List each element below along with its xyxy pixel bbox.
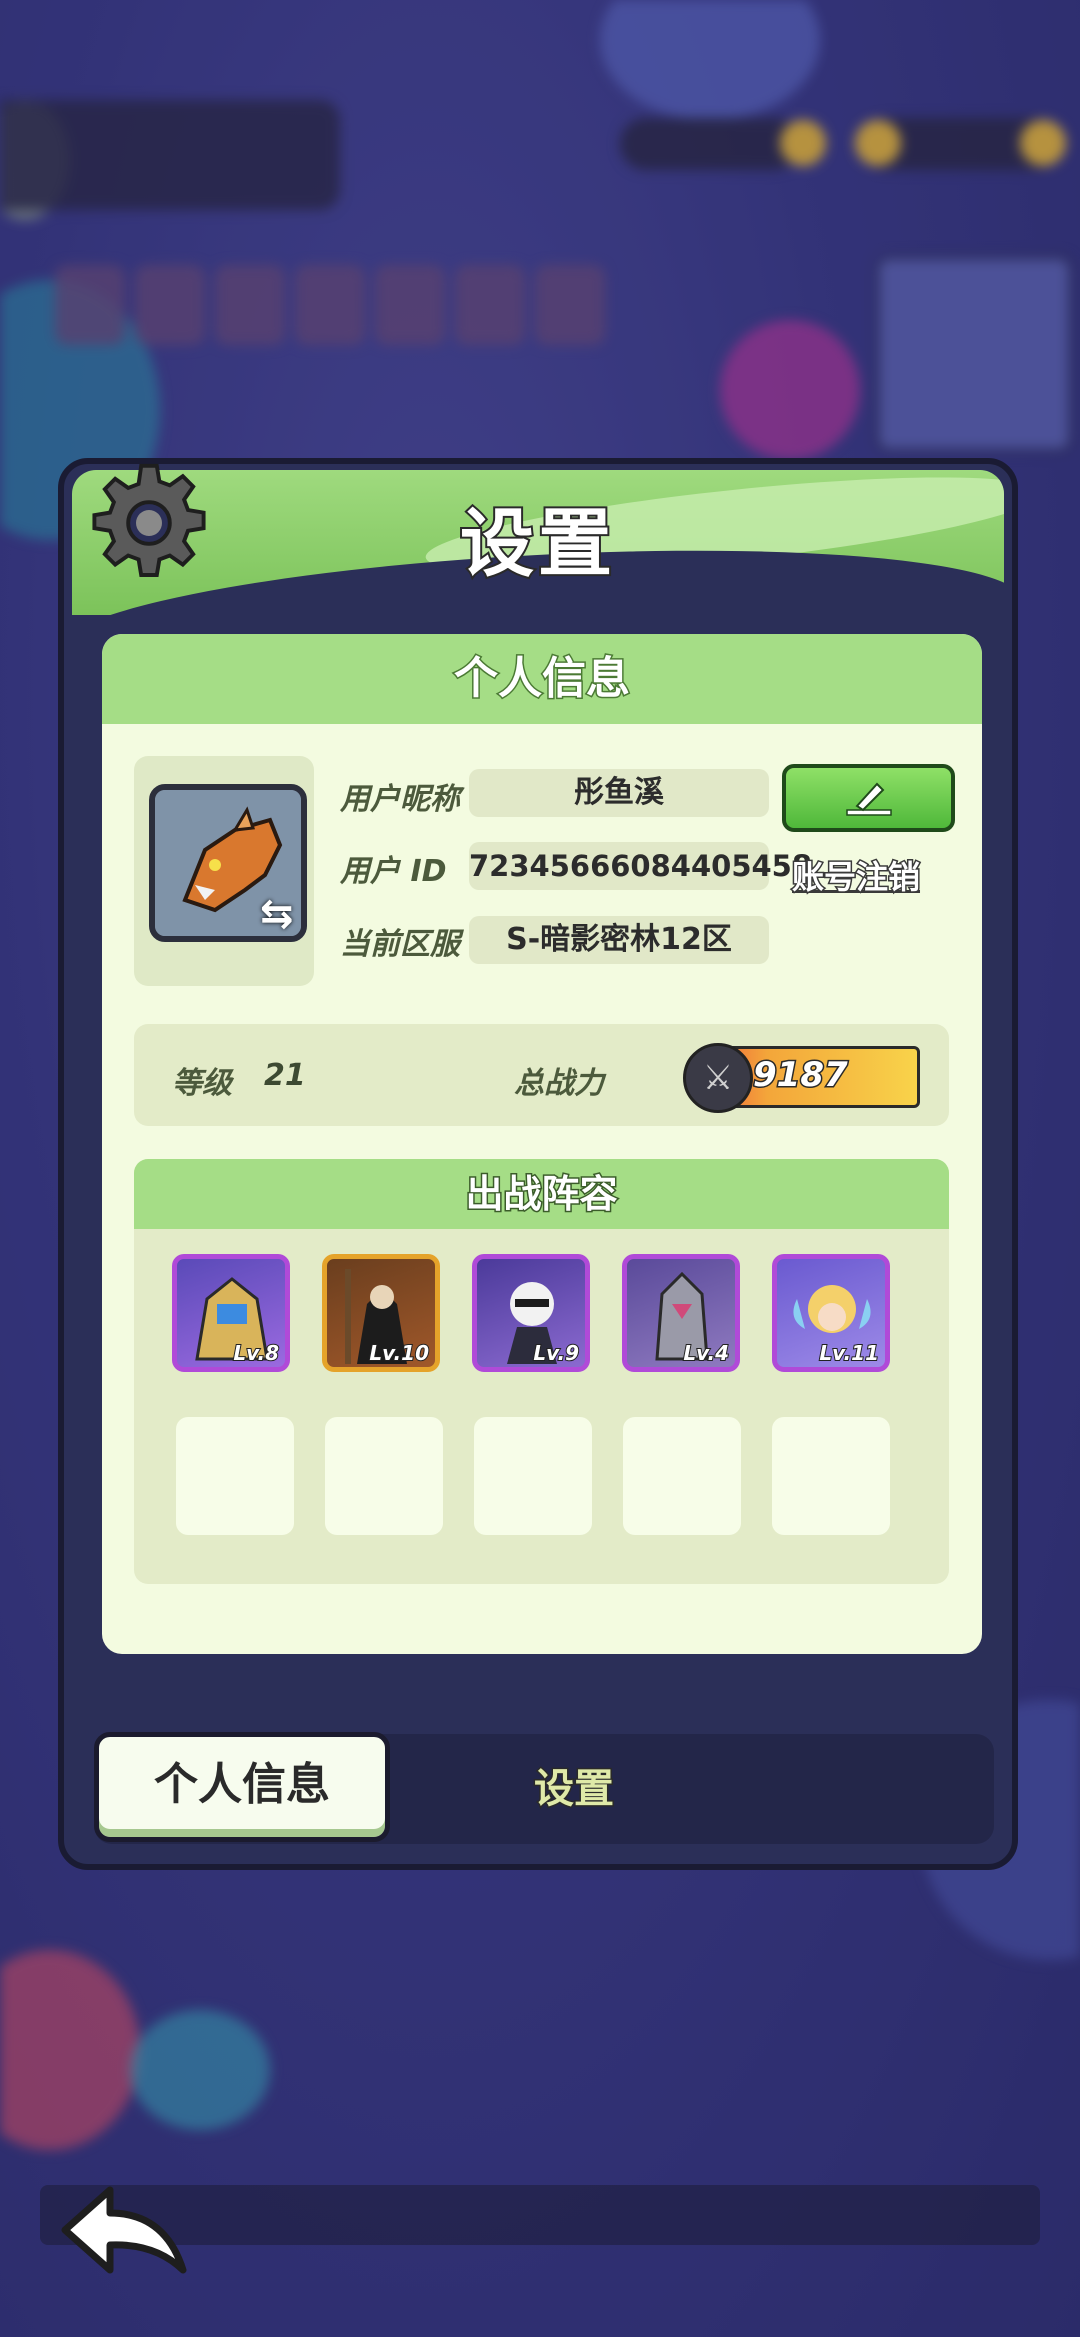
empty-slot[interactable] [474, 1417, 592, 1535]
stats-bar: 等级 21 总战力 ⚔ 9187 [134, 1024, 949, 1126]
nickname-field: 彤鱼溪 [469, 769, 769, 817]
modal-title: 设置 [458, 499, 616, 589]
cancel-account-link[interactable]: 账号注销 [790, 852, 921, 898]
level-label: 等级 [172, 1066, 232, 1101]
hero-slot-3[interactable]: Lv.9 [472, 1254, 590, 1372]
avatar-box[interactable]: ⇆ [134, 756, 314, 986]
empty-slot[interactable] [772, 1417, 890, 1535]
server-label: 当前区服 [340, 927, 460, 962]
user-id-field: 72345666084405458 [469, 842, 812, 890]
server-field: S-暗影密林12区 [469, 916, 769, 964]
hero-slot-5[interactable]: Lv.11 [772, 1254, 890, 1372]
power-badge: ⚔ 9187 [683, 1043, 920, 1113]
hero-level: Lv.10 [368, 1340, 430, 1366]
edit-icon [845, 782, 892, 816]
nickname-label: 用户昵称 [340, 782, 460, 817]
hero-slot-2[interactable]: Lv.10 [322, 1254, 440, 1372]
tab-personal-info[interactable]: 个人信息 [94, 1732, 390, 1842]
hero-level: Lv.8 [232, 1340, 280, 1366]
hero-slot-1[interactable]: Lv.8 [172, 1254, 290, 1372]
level-value: 21 [264, 1058, 306, 1093]
power-label: 总战力 [514, 1066, 604, 1101]
lineup-title: 出战阵容 [134, 1159, 949, 1229]
power-value: 9187 [752, 1054, 850, 1097]
tab-settings[interactable]: 设置 [464, 1734, 684, 1844]
hero-level: Lv.9 [532, 1340, 580, 1366]
crossed-swords-icon: ⚔ [683, 1043, 753, 1113]
hero-level: Lv.4 [682, 1340, 730, 1366]
swap-avatar-icon[interactable]: ⇆ [260, 891, 294, 937]
edit-nickname-button[interactable] [782, 764, 955, 832]
profile-card: 个人信息 ⇆ 用户昵称 彤鱼溪 用户 ID 72345666084405458 … [102, 634, 982, 1654]
back-arrow-icon[interactable] [55, 2175, 195, 2285]
hero-level: Lv.11 [818, 1340, 880, 1366]
user-id-label: 用户 ID [340, 854, 447, 889]
hero-slot-4[interactable]: Lv.4 [622, 1254, 740, 1372]
settings-modal: 设置 个人信息 ⇆ 用户昵称 彤鱼溪 用户 ID 723456660844054… [58, 458, 1018, 1870]
empty-slot[interactable] [176, 1417, 294, 1535]
tab-bar: 个人信息 设置 [94, 1732, 994, 1844]
empty-slot[interactable] [623, 1417, 741, 1535]
lineup-panel: 出战阵容 Lv.8 Lv.10 Lv.9 Lv.4 Lv.11 [134, 1159, 949, 1584]
section-title: 个人信息 [102, 634, 982, 724]
empty-slot[interactable] [325, 1417, 443, 1535]
